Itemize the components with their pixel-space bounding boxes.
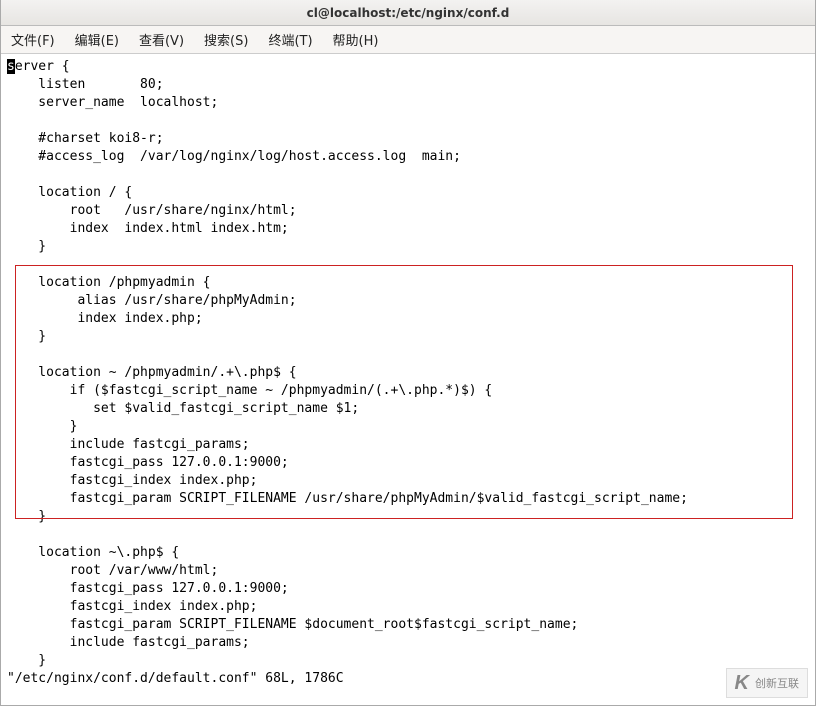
menu-term[interactable]: 终端(T) (264, 28, 316, 51)
code-line: fastcgi_pass 127.0.0.1:9000; (7, 581, 289, 596)
menubar: 文件(F) 编辑(E) 查看(V) 搜索(S) 终端(T) 帮助(H) (1, 26, 815, 54)
menu-help[interactable]: 帮助(H) (329, 28, 383, 51)
code-line: root /usr/share/nginx/html; (7, 203, 297, 218)
code-line: fastcgi_param SCRIPT_FILENAME $document_… (7, 617, 578, 632)
menu-edit[interactable]: 编辑(E) (71, 28, 123, 51)
code-line: alias /usr/share/phpMyAdmin; (7, 293, 297, 308)
titlebar: cl@localhost:/etc/nginx/conf.d (1, 0, 815, 26)
code-line: listen 80; (7, 77, 164, 92)
code-line: } (7, 419, 77, 434)
code-line: fastcgi_index index.php; (7, 473, 257, 488)
code-line: } (7, 509, 46, 524)
code-line: set $valid_fastcgi_script_name $1; (7, 401, 359, 416)
code-line: index index.php; (7, 311, 203, 326)
code-line: } (7, 653, 46, 668)
menu-file[interactable]: 文件(F) (7, 28, 59, 51)
watermark: K 创新互联 (726, 668, 808, 698)
code-line: location ~\.php$ { (7, 545, 179, 560)
code-line: location / { (7, 185, 132, 200)
code-line: fastcgi_param SCRIPT_FILENAME /usr/share… (7, 491, 688, 506)
code-line: #access_log /var/log/nginx/log/host.acce… (7, 149, 461, 164)
code-line: server_name localhost; (7, 95, 218, 110)
watermark-logo-icon: K (735, 673, 749, 693)
terminal-content[interactable]: server { listen 80; server_name localhos… (1, 54, 815, 705)
code-line: fastcgi_pass 127.0.0.1:9000; (7, 455, 289, 470)
code-line: fastcgi_index index.php; (7, 599, 257, 614)
status-line: "/etc/nginx/conf.d/default.conf" 68L, 17… (7, 671, 344, 686)
code-line: if ($fastcgi_script_name ~ /phpmyadmin/(… (7, 383, 492, 398)
code-line: index index.html index.htm; (7, 221, 289, 236)
code-line: location /phpmyadmin { (7, 275, 211, 290)
code-line: include fastcgi_params; (7, 437, 250, 452)
code-line: location ~ /phpmyadmin/.+\.php$ { (7, 365, 297, 380)
menu-search[interactable]: 搜索(S) (200, 28, 252, 51)
code-line: erver { (15, 59, 70, 74)
terminal-window: cl@localhost:/etc/nginx/conf.d 文件(F) 编辑(… (0, 0, 816, 706)
code-line: } (7, 329, 46, 344)
cursor: s (7, 59, 15, 74)
menu-view[interactable]: 查看(V) (135, 28, 188, 51)
code-line: #charset koi8-r; (7, 131, 164, 146)
code-line: root /var/www/html; (7, 563, 218, 578)
code-line: include fastcgi_params; (7, 635, 250, 650)
window-title: cl@localhost:/etc/nginx/conf.d (307, 6, 510, 20)
code-line: } (7, 239, 46, 254)
watermark-label: 创新互联 (755, 675, 799, 691)
